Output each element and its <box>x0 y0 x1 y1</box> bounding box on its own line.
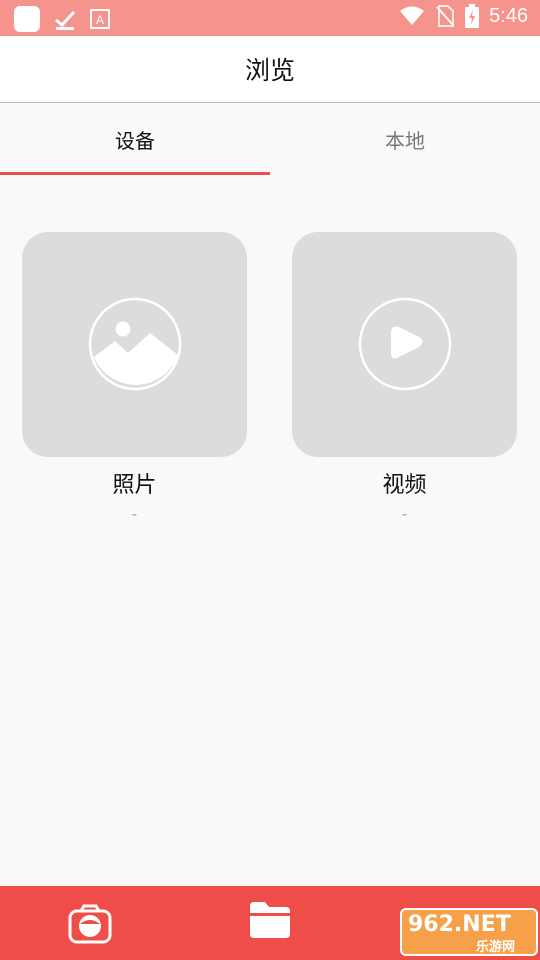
play-icon <box>358 297 452 391</box>
svg-text:A: A <box>96 13 104 27</box>
download-done-icon <box>55 10 76 30</box>
wifi-icon <box>400 6 425 25</box>
photos-count: - <box>131 505 138 523</box>
watermark-logo: 962.NET 乐游网 <box>400 908 538 956</box>
app-header: 浏览 <box>0 36 540 103</box>
camera-icon <box>68 904 112 944</box>
no-sim-icon <box>436 5 455 27</box>
videos-count: - <box>401 505 408 523</box>
videos-tile[interactable] <box>292 232 517 457</box>
camera-nav-button[interactable] <box>68 904 112 944</box>
tab-bar: 设备 本地 <box>0 103 540 175</box>
tab-local-label: 本地 <box>385 128 425 153</box>
watermark-bottom-text: 乐游网 <box>476 940 516 955</box>
tab-device-label: 设备 <box>115 128 155 153</box>
translate-icon: A <box>90 9 110 29</box>
tab-device[interactable]: 设备 <box>0 103 270 175</box>
tab-indicator <box>0 172 270 175</box>
videos-card[interactable]: 视频 - <box>292 232 517 523</box>
app-notification-icon <box>14 6 40 32</box>
battery-charging-icon <box>465 4 480 28</box>
watermark-top-text: 962.NET <box>408 912 511 937</box>
folder-icon <box>250 902 290 938</box>
tab-local[interactable]: 本地 <box>270 103 540 175</box>
status-time: 5:46 <box>489 4 528 27</box>
photos-title: 照片 <box>112 473 157 498</box>
videos-title: 视频 <box>382 473 427 498</box>
files-nav-button[interactable] <box>248 900 292 940</box>
photos-tile[interactable] <box>22 232 247 457</box>
status-bar: A 5:46 <box>0 0 540 36</box>
notification-icons: A <box>14 6 110 32</box>
photos-card[interactable]: 照片 - <box>22 232 247 523</box>
system-icons: 5:46 <box>399 4 528 28</box>
page-title: 浏览 <box>244 56 295 85</box>
image-icon <box>88 297 182 391</box>
